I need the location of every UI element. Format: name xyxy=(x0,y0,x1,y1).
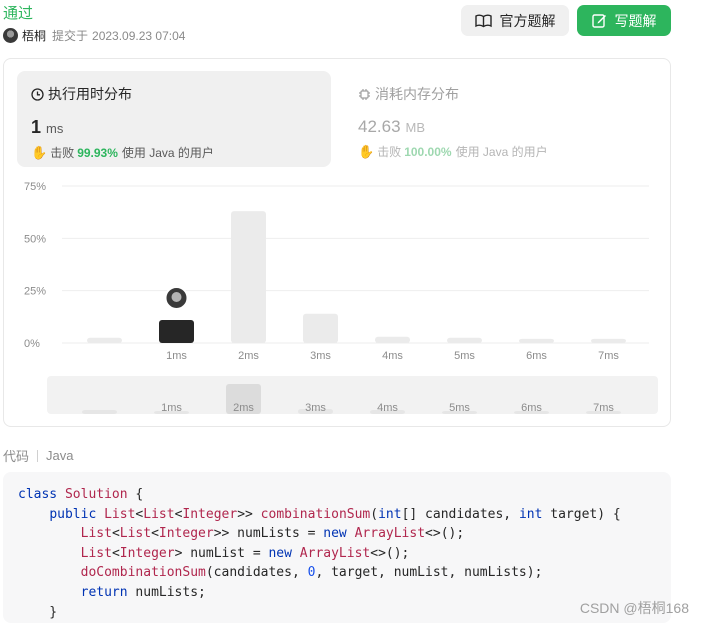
submission-meta: 梧桐 提交于 2023.09.23 07:04 xyxy=(3,27,185,44)
code-token: { xyxy=(135,487,144,502)
code-token: int xyxy=(378,506,402,522)
code-token: combinationSum xyxy=(260,506,371,522)
code-token: ArrayList xyxy=(354,526,426,542)
overview-tick-label: 1ms xyxy=(161,402,182,414)
code-token: ArrayList xyxy=(299,545,371,561)
y-tick-label: 25% xyxy=(24,286,46,298)
code-token: Integer xyxy=(158,526,214,542)
code-line: return numLists; xyxy=(18,583,671,603)
overview-strip[interactable] xyxy=(47,376,658,414)
code-token: Solution xyxy=(64,487,136,502)
code-line: doCombinationSum(candidates, 0, target, … xyxy=(18,563,671,583)
edit-icon xyxy=(591,14,606,28)
code-line: List<List<Integer>> numLists = new Array… xyxy=(18,524,671,544)
code-language: Java xyxy=(46,448,74,463)
x-tick-label: 6ms xyxy=(526,350,547,362)
y-tick-label: 0% xyxy=(24,338,40,350)
code-token: public xyxy=(49,506,105,522)
code-token: List xyxy=(119,526,152,542)
overview-tick-label: 4ms xyxy=(377,402,398,414)
overview-tick-label: 3ms xyxy=(305,402,326,414)
code-line: List<Integer> numList = new ArrayList<>(… xyxy=(18,544,671,564)
code-token: doCombinationSum xyxy=(80,565,206,581)
code-token: < xyxy=(151,526,159,542)
code-block[interactable]: class Solution { public List<List<Intege… xyxy=(3,472,671,623)
x-tick-label: 7ms xyxy=(598,350,619,362)
code-token: , target, numList, numLists); xyxy=(315,565,543,581)
code-token: >> xyxy=(237,506,261,522)
runtime-bar[interactable] xyxy=(303,313,338,343)
runtime-bar[interactable] xyxy=(87,337,122,343)
runtime-bar[interactable] xyxy=(375,336,410,343)
code-token: <>(); xyxy=(425,526,465,542)
official-solution-label: 官方题解 xyxy=(499,12,556,29)
code-token: Integer xyxy=(182,506,238,522)
code-token: Integer xyxy=(119,545,175,561)
code-token: <>(); xyxy=(370,545,410,561)
x-tick-label: 2ms xyxy=(238,350,259,362)
code-token: ( xyxy=(370,506,379,522)
code-token: List xyxy=(104,506,136,522)
code-token: [] candidates, xyxy=(401,506,519,522)
code-line: class Solution { xyxy=(18,485,671,505)
code-token: } xyxy=(18,604,58,620)
runtime-bar[interactable] xyxy=(447,337,482,343)
x-tick-label: 1ms xyxy=(166,350,187,362)
code-header: 代码 Java xyxy=(3,446,73,465)
code-token: new xyxy=(268,545,300,561)
runtime-distribution-chart[interactable]: 75% 50% 25% 0% 1ms 2ms 3ms 4ms 5ms 6ms 7ms 1ms 2ms 3m… xyxy=(4,59,672,428)
submission-status: 通过 xyxy=(3,5,34,22)
divider xyxy=(37,449,39,462)
official-solution-button[interactable]: 官方题解 xyxy=(461,5,569,36)
overview-tick-label: 2ms xyxy=(233,402,254,414)
code-token: List xyxy=(80,526,112,542)
code-token: < xyxy=(111,545,120,561)
x-tick-label: 4ms xyxy=(382,350,403,362)
code-token: target) { xyxy=(550,506,621,522)
x-tick-label: 3ms xyxy=(310,350,331,362)
runtime-bar[interactable] xyxy=(231,211,266,343)
code-token: class xyxy=(18,487,65,502)
overview-tick-label: 5ms xyxy=(449,402,470,414)
write-solution-label: 写题解 xyxy=(614,12,657,29)
code-token: >> numLists = xyxy=(213,526,324,542)
x-tick-label: 5ms xyxy=(454,350,475,362)
code-token: numLists; xyxy=(135,584,206,600)
performance-card: 执行用时分布 1 ms ✋ 击败 99.93% 使用 Java 的用户 消耗内存… xyxy=(3,58,671,427)
runtime-bar[interactable] xyxy=(519,338,554,343)
runtime-bar[interactable] xyxy=(159,319,194,343)
book-icon xyxy=(474,14,492,27)
code-token: > numList = xyxy=(174,545,269,561)
code-lines: class Solution { public List<List<Intege… xyxy=(18,485,671,622)
code-line: public List<List<Integer>> combinationSu… xyxy=(18,505,671,525)
code-token: < xyxy=(111,526,120,542)
runtime-bar[interactable] xyxy=(591,338,626,343)
code-token: new xyxy=(323,526,355,542)
y-tick-label: 50% xyxy=(24,233,46,245)
write-solution-button[interactable]: 写题解 xyxy=(577,5,671,36)
code-token: int xyxy=(518,506,551,522)
submitted-time: 2023.09.23 07:04 xyxy=(92,28,186,43)
overview-bar xyxy=(82,410,117,414)
code-token: (candidates, xyxy=(205,565,308,581)
code-token: List xyxy=(80,545,112,561)
submitted-label: 提交于 xyxy=(52,29,89,43)
overview-tick-label: 6ms xyxy=(521,402,542,414)
code-line: } xyxy=(18,603,671,623)
avatar[interactable] xyxy=(3,28,18,43)
code-label: 代码 xyxy=(3,449,30,464)
code-token: List xyxy=(143,506,175,522)
watermark: CSDN @梧桐168 xyxy=(579,600,689,616)
avatar-face xyxy=(171,291,182,302)
y-tick-label: 75% xyxy=(24,181,46,193)
overview-tick-label: 7ms xyxy=(593,402,614,414)
code-token: return xyxy=(80,584,136,600)
username[interactable]: 梧桐 xyxy=(22,27,46,44)
